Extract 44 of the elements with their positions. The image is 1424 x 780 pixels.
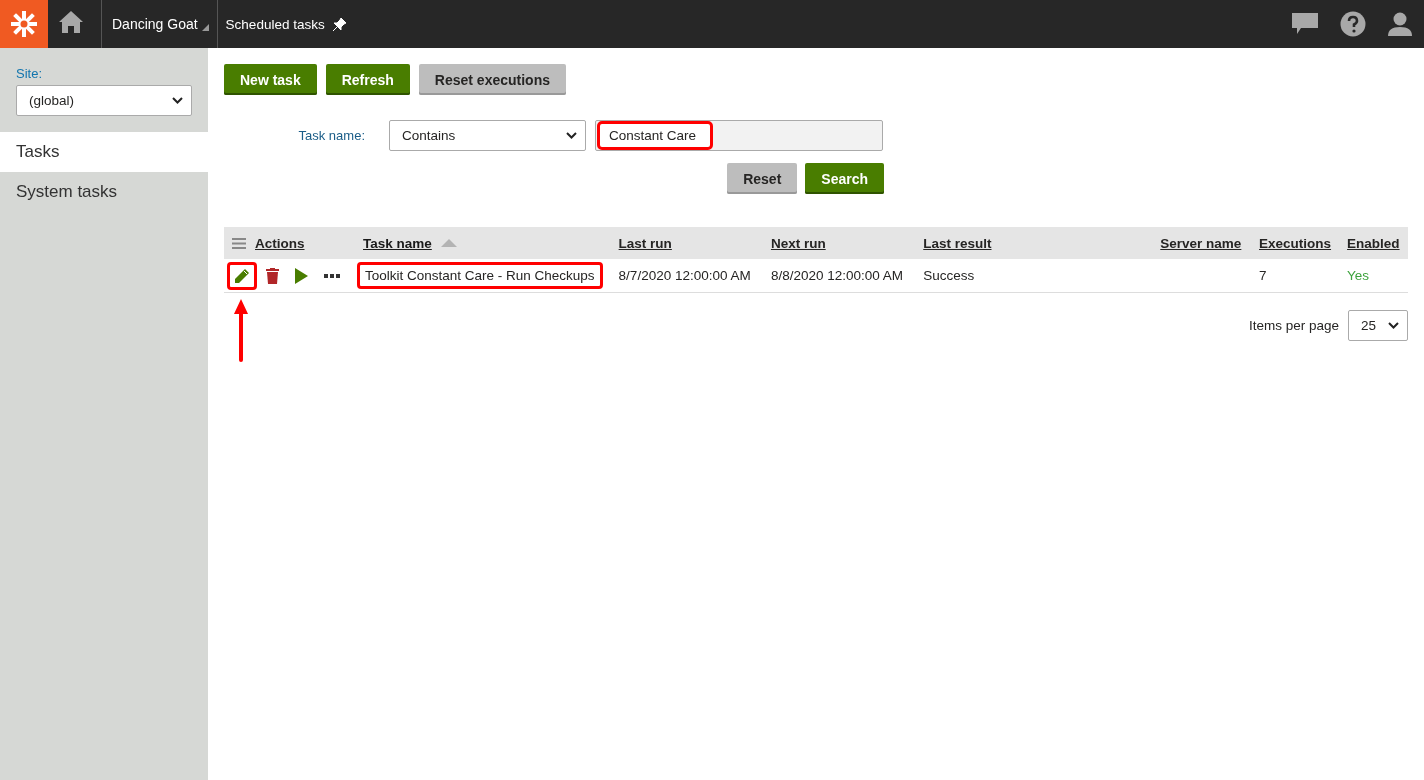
chat-icon[interactable] <box>1292 13 1318 35</box>
column-header[interactable]: Last run <box>618 235 672 251</box>
home-icon[interactable] <box>58 10 84 34</box>
column-header[interactable]: Next run <box>770 235 826 251</box>
table-cell: 8/7/2020 12:00:00 AM <box>618 268 751 283</box>
filter-button[interactable]: Search <box>805 163 884 194</box>
menu-icon[interactable] <box>232 237 246 249</box>
field-value: Constant Care <box>597 121 714 150</box>
pager-label: Items per page <box>1248 318 1339 333</box>
sort-ascending-icon <box>440 239 457 247</box>
toolbar-button[interactable]: New task <box>224 64 317 95</box>
caret-icon <box>201 23 209 31</box>
search-field[interactable]: Constant Care <box>595 120 883 151</box>
page-size-select[interactable]: 25 <box>1348 310 1408 341</box>
operator-select[interactable]: Contains <box>389 120 586 151</box>
filter-label: Task name: <box>297 128 365 143</box>
more-icon[interactable] <box>324 273 340 278</box>
chevron-icon <box>172 97 183 104</box>
table-cell: 8/8/2020 12:00:00 AM <box>770 268 904 283</box>
column-header[interactable]: Actions <box>255 235 305 251</box>
table-cell: Success <box>923 268 975 283</box>
filter-button[interactable]: Reset <box>727 163 798 194</box>
pencil-icon[interactable] <box>234 267 250 284</box>
sidebar-item[interactable]: Tasks <box>0 132 208 172</box>
asterisk-logo-icon <box>11 11 37 37</box>
column-header[interactable]: Task name <box>363 235 432 251</box>
pin-icon[interactable] <box>332 17 346 31</box>
trash-icon[interactable] <box>266 267 279 284</box>
help-icon[interactable] <box>1340 11 1366 37</box>
page-title: Scheduled tasks <box>225 16 325 32</box>
toolbar-button[interactable]: Refresh <box>325 64 410 95</box>
site-label: Site: <box>16 66 43 81</box>
table-cell: 7 <box>1259 268 1267 283</box>
chevron-icon <box>1388 322 1399 329</box>
play-icon[interactable] <box>295 267 308 284</box>
table-cell: Toolkit Constant Care - Run Checkups <box>357 262 603 289</box>
column-header[interactable]: Last result <box>923 235 992 251</box>
toolbar-button[interactable]: Reset executions <box>418 64 566 95</box>
user-icon[interactable] <box>1388 12 1412 36</box>
chevron-icon <box>566 132 577 139</box>
table-cell: Yes <box>1347 268 1370 283</box>
logo[interactable] <box>0 0 48 48</box>
site-select[interactable]: (global) <box>16 85 192 116</box>
sidebar-item[interactable]: System tasks <box>0 172 208 212</box>
